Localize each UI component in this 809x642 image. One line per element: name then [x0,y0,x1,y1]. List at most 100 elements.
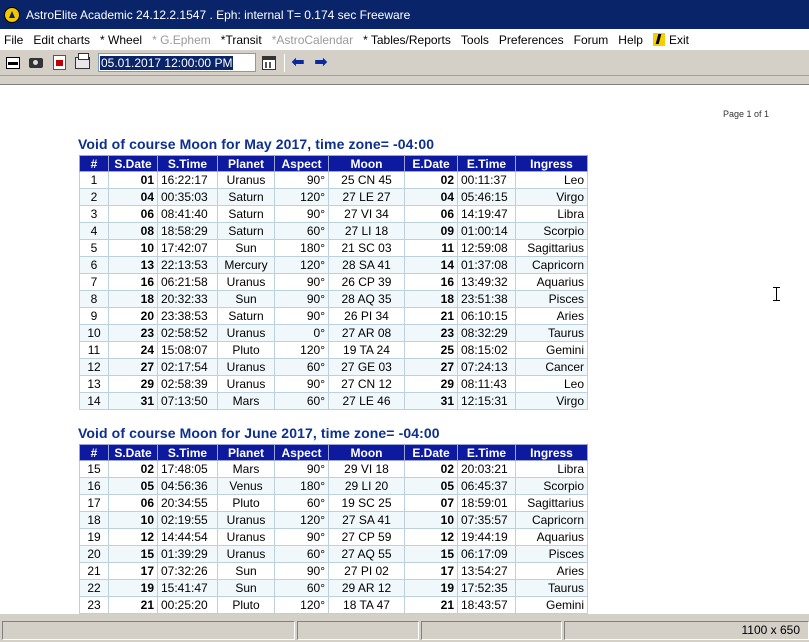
table-row: 18 10 02:19:55 Uranus 120° 27 SA 41 10 07:35:57… [79,511,588,529]
cell-ingress-sign: Virgo [515,392,588,410]
menu-bar: File Edit charts * Wheel * G.Ephem *Tran… [0,29,809,50]
menu-g-ephem[interactable]: * G.Ephem [148,33,217,47]
camera-icon [29,57,43,68]
cell-end-date: 19 [404,579,458,597]
cell-planet: Saturn [217,205,275,223]
menu-tables-reports[interactable]: * Tables/Reports [359,33,457,47]
column-header-start-date: S.Date [108,155,158,172]
menu-astrocalendar[interactable]: *AstroCalendar [268,33,359,47]
cell-moon-position: 29 AR 12 [328,579,405,597]
menu-tools[interactable]: Tools [457,33,495,47]
cell-start-date: 05 [108,477,158,495]
table-row: 5 10 17:42:07 Sun 180° 21 SC 03 11 12:59:08 Sagi… [79,239,588,257]
cell-start-time: 23:38:53 [157,307,218,325]
cell-end-time: 06:45:37 [457,477,516,495]
menu-wheel[interactable]: * Wheel [96,33,148,47]
menu-preferences[interactable]: Preferences [495,33,570,47]
pdf-button[interactable] [49,53,69,73]
cell-start-date: 06 [108,494,158,512]
column-header-moon-position: Moon [328,155,405,172]
datetime-input[interactable]: 05.01.2017 12:00:00 PM [98,53,256,72]
menu-help[interactable]: Help [614,33,649,47]
cell-ingress-sign: Taurus [515,324,588,342]
cell-aspect: 90° [274,273,329,291]
cell-planet: Uranus [217,375,275,393]
cell-end-time: 08:15:02 [457,341,516,359]
cell-moon-position: 28 AQ 35 [328,290,405,308]
cell-row-number: 9 [79,307,109,325]
table-row: 1 01 16:22:17 Uranus 90° 25 CN 45 02 00:11:37 Le… [79,171,588,189]
cell-moon-position: 27 AQ 55 [328,545,405,563]
cell-planet: Sun [217,562,275,580]
app-logo-icon[interactable] [4,6,20,23]
cell-aspect: 90° [274,307,329,325]
cell-end-date: 31 [404,392,458,410]
cell-start-date: 24 [108,341,158,359]
cell-row-number: 10 [79,324,109,342]
cell-end-time: 08:11:43 [457,375,516,393]
cell-end-date: 16 [404,273,458,291]
cell-aspect: 180° [274,239,329,257]
cell-row-number: 14 [79,392,109,410]
cell-end-time: 23:51:38 [457,290,516,308]
column-header-ingress-sign: Ingress [515,155,588,172]
cell-end-time: 01:00:14 [457,222,516,240]
cell-start-date: 23 [108,324,158,342]
cell-start-time: 02:19:55 [157,511,218,529]
prev-button[interactable]: ⬅ [288,53,308,73]
menu-exit-label: Exit [668,32,689,47]
cell-row-number: 7 [79,273,109,291]
cell-row-number: 8 [79,290,109,308]
menu-forum[interactable]: Forum [570,33,615,47]
toolbar: 05.01.2017 12:00:00 PM ⬅ ➡ [0,50,809,76]
column-header-moon-position: Moon [328,444,405,461]
cell-row-number: 1 [79,171,109,189]
cell-start-time: 20:32:33 [157,290,218,308]
cell-start-date: 12 [108,528,158,546]
cell-end-time: 06:10:15 [457,307,516,325]
cell-start-date: 31 [108,392,158,410]
next-button[interactable]: ➡ [311,53,331,73]
status-size: 1100 x 650 [564,620,809,640]
voc-table-june: # S.Date S.Time Planet Aspect Moon E.Date E.Tim… [79,444,588,614]
cell-ingress-sign: Cancer [515,358,588,376]
pdf-icon [52,55,66,70]
cell-aspect: 120° [274,188,329,206]
menu-exit[interactable]: Exit [649,32,695,47]
camera-button[interactable] [26,53,46,73]
cell-end-time: 18:59:01 [457,494,516,512]
cell-ingress-sign: Leo [515,375,588,393]
cell-row-number: 12 [79,358,109,376]
cell-moon-position: 27 PI 02 [328,562,405,580]
cell-start-date: 16 [108,273,158,291]
cell-start-time: 02:17:54 [157,358,218,376]
cell-start-time: 15:08:07 [157,341,218,359]
cell-moon-position: 18 TA 47 [328,596,405,614]
cell-row-number: 23 [79,596,109,614]
cell-start-date: 17 [108,562,158,580]
column-header-end-time: E.Time [457,155,516,172]
report-page[interactable]: Page 1 of 1 Void of course Moon for May … [0,84,809,614]
menu-file[interactable]: File [0,33,29,47]
table-row: 3 06 08:41:40 Saturn 90° 27 VI 34 06 14:19:47 Li… [79,205,588,223]
table-header-row: # S.Date S.Time Planet Aspect Moon E.Date E.Tim… [79,155,588,172]
cell-end-time: 17:52:35 [457,579,516,597]
printer-icon [74,52,90,69]
cell-row-number: 18 [79,511,109,529]
cell-start-date: 10 [108,511,158,529]
cell-moon-position: 27 SA 41 [328,511,405,529]
cell-moon-position: 27 GE 03 [328,358,405,376]
cell-planet: Mars [217,392,275,410]
table-row: 12 27 02:17:54 Uranus 60° 27 GE 03 27 07:24:13 C… [79,358,588,376]
calendar-icon[interactable] [262,55,276,70]
cell-planet: Uranus [217,358,275,376]
menu-transit[interactable]: *Transit [217,33,268,47]
window-button[interactable] [3,53,23,73]
cell-moon-position: 27 CN 12 [328,375,405,393]
cell-aspect: 120° [274,596,329,614]
cell-ingress-sign: Aquarius [515,273,588,291]
print-button[interactable] [72,52,92,73]
menu-edit-charts[interactable]: Edit charts [29,33,96,47]
cell-end-date: 25 [404,341,458,359]
cell-planet: Sun [217,290,275,308]
